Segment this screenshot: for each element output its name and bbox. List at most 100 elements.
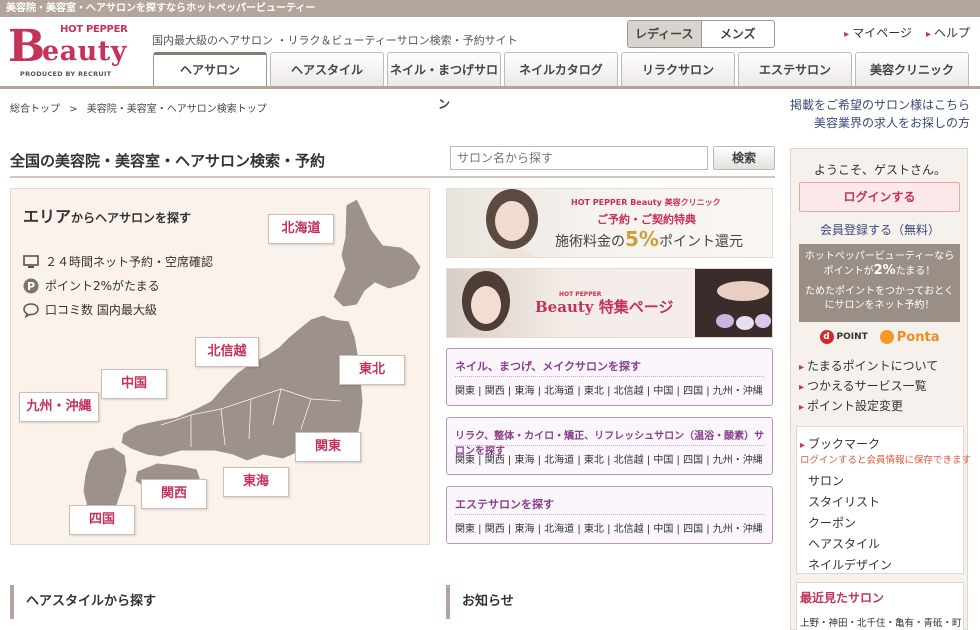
bookmark-nail-design[interactable]: ネイルデザイン bbox=[808, 555, 892, 576]
region-tohoku[interactable]: 東北 bbox=[339, 355, 405, 385]
clinic-banner-line2a: 施術料金の bbox=[555, 234, 625, 250]
point-promo-line3: ためたポイントをつかっておとくにサロンをネット予約！ bbox=[805, 286, 954, 311]
nail-image bbox=[695, 269, 772, 337]
tab-nail-catalog[interactable]: ネイルカタログ bbox=[504, 52, 618, 86]
region-tokai[interactable]: 東海 bbox=[223, 467, 289, 497]
sidebar: ようこそ、ゲストさん。 ログインする 会員登録する（無料） ホットペッパービュー… bbox=[790, 148, 971, 630]
site-tagline: 国内最大級のヘアサロン ・リラク＆ビューティーサロン検索・予約サイト bbox=[152, 34, 518, 47]
breadcrumb-home[interactable]: 総合トップ bbox=[10, 104, 60, 115]
tab-hairstyle[interactable]: ヘアスタイル bbox=[270, 52, 384, 86]
tab-relax-salon[interactable]: リラクサロン bbox=[621, 52, 735, 86]
esthetic-category-box: エステサロンを探す 関東 | 関西 | 東海 | 北海道 | 東北 | 北信越 … bbox=[446, 486, 773, 544]
feature-page-banner[interactable]: HOT PEPPER Beauty 特集ページ bbox=[446, 268, 773, 338]
mens-toggle[interactable]: メンズ bbox=[702, 21, 775, 47]
category-separator bbox=[455, 376, 764, 377]
esthetic-area-links[interactable]: 関東 | 関西 | 東海 | 北海道 | 東北 | 北信越 | 中国 | 四国 … bbox=[455, 520, 763, 535]
ponta-logo: Ponta bbox=[879, 329, 940, 345]
login-button[interactable]: ログインする bbox=[799, 182, 960, 212]
region-chugoku[interactable]: 中国 bbox=[101, 369, 167, 399]
bookmark-heading[interactable]: ブックマーク bbox=[800, 435, 880, 452]
main-tabs: ヘアサロン ヘアスタイル ネイル・まつげサロン ネイルカタログ リラクサロン エ… bbox=[153, 52, 969, 111]
hairstyle-section-heading: ヘアスタイルから探す bbox=[10, 585, 156, 619]
mypage-link[interactable]: マイページ bbox=[844, 24, 912, 41]
ladies-toggle[interactable]: レディース bbox=[628, 21, 702, 47]
search-button[interactable]: 検索 bbox=[713, 146, 775, 170]
point-promo-box: ホットペッパービューティーなら ポイントが2%たまる！ ためたポイントをつかって… bbox=[799, 244, 960, 322]
title-divider bbox=[10, 176, 775, 178]
ponta-text: Ponta bbox=[896, 329, 940, 345]
point-promo-line2c: たまる！ bbox=[895, 266, 936, 277]
welcome-text: ようこそ、ゲストさん。 bbox=[813, 163, 946, 177]
bookmark-salon[interactable]: サロン bbox=[808, 471, 892, 492]
help-link[interactable]: ヘルプ bbox=[926, 24, 970, 41]
clinic-banner-brand: HOT PEPPER Beauty 美容クリニック bbox=[571, 198, 721, 207]
tab-underline bbox=[0, 86, 980, 89]
point-logos: d POINT Ponta bbox=[799, 327, 960, 347]
relax-category-box: リラク、整体・カイロ・矯正、リフレッシュサロン（温浴・酸素）サロンを探す 関東 … bbox=[446, 417, 773, 475]
area-search-panel: エリアからヘアサロンを探す ２４時間ネット予約・空席確認 P ポイント2%がたま… bbox=[10, 188, 430, 545]
bookmark-items: サロン スタイリスト クーポン ヘアスタイル ネイルデザイン bbox=[808, 471, 892, 576]
feature-banner-title: Beauty 特集ページ bbox=[535, 296, 673, 317]
clinic-banner-percent: 5% bbox=[625, 227, 659, 251]
point-promo-line2a: ポイントが bbox=[823, 266, 874, 277]
region-kansai[interactable]: 関西 bbox=[141, 479, 207, 509]
relax-area-links[interactable]: 関東 | 関西 | 東海 | 北海道 | 東北 | 北信越 | 中国 | 四国 … bbox=[455, 451, 763, 466]
point-settings-link[interactable]: ポイント設定変更 bbox=[799, 397, 938, 417]
region-hokkaido[interactable]: 北海道 bbox=[268, 214, 334, 244]
esthetic-category-title[interactable]: エステサロンを探す bbox=[455, 496, 554, 512]
ponta-face-icon bbox=[879, 330, 894, 344]
point-promo-line1: ホットペッパービューティーなら bbox=[804, 251, 955, 262]
logo-produced-by: PRODUCED BY RECRUIT bbox=[20, 70, 112, 78]
point-promo-percent: 2% bbox=[873, 263, 896, 278]
bookmark-hairstyle[interactable]: ヘアスタイル bbox=[808, 534, 892, 555]
point-promo-line2: ポイントが2%たまる！ bbox=[799, 264, 960, 279]
feature-banner-brand: Beauty bbox=[535, 298, 594, 316]
recent-salons-heading: 最近見たサロン bbox=[800, 591, 885, 605]
clinic-model-image bbox=[486, 189, 538, 257]
dpoint-logo: d POINT bbox=[819, 330, 868, 344]
dpoint-d-icon: d bbox=[819, 330, 834, 344]
bookmark-stylist[interactable]: スタイリスト bbox=[808, 492, 892, 513]
salon-listing-link[interactable]: 掲載をご希望のサロン様はこちら bbox=[790, 96, 970, 114]
nail-eyelash-area-links[interactable]: 関東 | 関西 | 東海 | 北海道 | 東北 | 北信越 | 中国 | 四国 … bbox=[455, 382, 763, 397]
gender-toggle: レディース メンズ bbox=[627, 20, 775, 48]
logo-eauty-text: eauty bbox=[42, 36, 127, 67]
clinic-banner-line2c: ポイント還元 bbox=[658, 234, 743, 250]
category-separator bbox=[455, 445, 764, 446]
top-links: マイページ ヘルプ bbox=[844, 24, 970, 41]
tab-beauty-clinic[interactable]: 美容クリニック bbox=[855, 52, 969, 86]
region-kanto[interactable]: 関東 bbox=[295, 432, 361, 462]
nail-eyelash-category-title[interactable]: ネイル、まつげ、メイクサロンを探す bbox=[455, 358, 641, 374]
tab-esthetic-salon[interactable]: エステサロン bbox=[738, 52, 852, 86]
tab-nail-eyelash[interactable]: ネイル・まつげサロン bbox=[387, 52, 501, 111]
beauty-jobs-link[interactable]: 美容業界の求人をお探しの方 bbox=[790, 114, 970, 132]
clinic-banner-line2: 施術料金の5%ポイント還元 bbox=[555, 227, 743, 251]
point-services-link[interactable]: つかえるサービス一覧 bbox=[799, 377, 938, 397]
salon-search-input[interactable] bbox=[450, 146, 708, 170]
logo-hotpepper-text: HOT PEPPER bbox=[60, 24, 128, 35]
hotpepper-beauty-logo[interactable]: HOT PEPPER B eauty PRODUCED BY RECRUIT bbox=[8, 22, 138, 82]
bookmark-coupon[interactable]: クーポン bbox=[808, 513, 892, 534]
page-title: 全国の美容院・美容室・ヘアサロン検索・予約 bbox=[10, 152, 326, 170]
breadcrumb-separator: > bbox=[69, 104, 78, 115]
recent-salon-item[interactable]: 上野・神田・北千住・亀有・青砥・町 bbox=[800, 615, 962, 629]
point-about-link[interactable]: たまるポイントについて bbox=[799, 357, 938, 377]
region-shikoku[interactable]: 四国 bbox=[69, 505, 135, 535]
region-hokushinetsu[interactable]: 北信越 bbox=[195, 337, 259, 367]
bookmark-panel: ブックマーク ログインすると会員情報に保存できます サロン スタイリスト クーポ… bbox=[796, 426, 971, 576]
recent-salons-panel: 最近見たサロン 上野・神田・北千住・亀有・青砥・町 bbox=[796, 582, 964, 630]
category-separator bbox=[455, 514, 764, 515]
hokkaido-shape bbox=[332, 198, 422, 308]
right-links: 掲載をご希望のサロン様はこちら 美容業界の求人をお探しの方 bbox=[790, 96, 970, 132]
register-link[interactable]: 会員登録する（無料） bbox=[791, 221, 969, 238]
point-links: たまるポイントについて つかえるサービス一覧 ポイント設定変更 bbox=[799, 357, 938, 417]
news-section-heading: お知らせ bbox=[446, 585, 514, 619]
clinic-banner-line1: ご予約・ご契約特典 bbox=[597, 213, 696, 226]
beauty-clinic-banner[interactable]: HOT PEPPER Beauty 美容クリニック ご予約・ご契約特典 施術料金… bbox=[446, 188, 773, 258]
tab-hair-salon[interactable]: ヘアサロン bbox=[153, 52, 267, 87]
bookmark-note: ログインすると会員情報に保存できます bbox=[800, 455, 972, 466]
region-kyushu-okinawa[interactable]: 九州・沖縄 bbox=[19, 392, 99, 422]
feature-model-image bbox=[462, 271, 510, 331]
logo-b-letter: B bbox=[8, 21, 46, 72]
top-strip: 美容院・美容室・ヘアサロンを探すならホットペッパービューティー bbox=[0, 0, 980, 17]
